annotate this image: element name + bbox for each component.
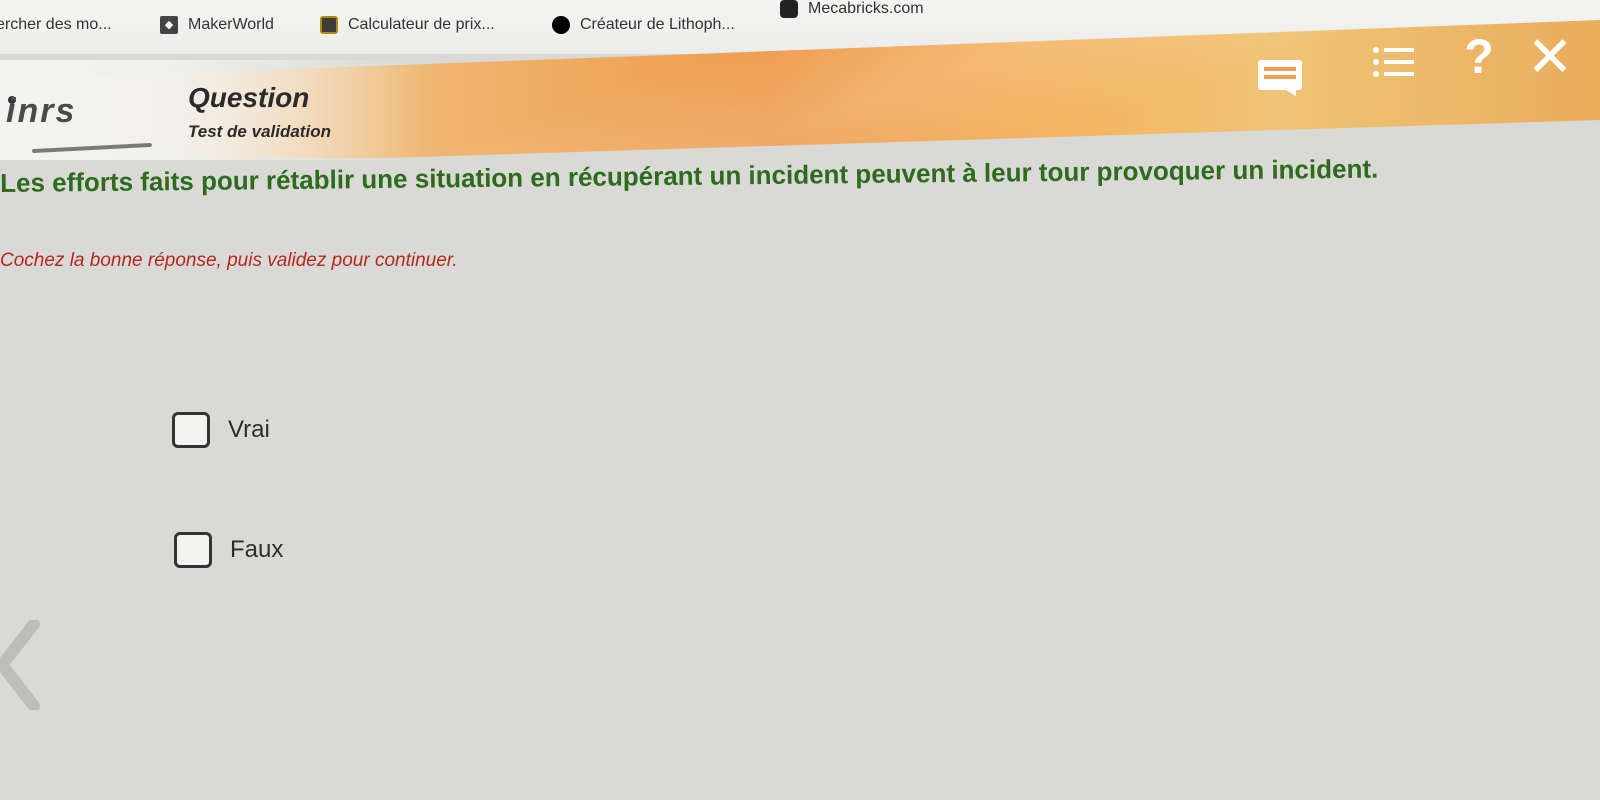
bookmark-makerworld[interactable]: ◆ MakerWorld [160,16,274,34]
bookmark-label: Calculateur de prix... [348,16,495,33]
checkbox-vrai[interactable] [172,412,210,448]
list-icon[interactable] [1370,42,1418,82]
bookmark-label: Créateur de Lithoph... [580,16,735,33]
page-title: Question [188,82,310,113]
bookmark-mecabricks[interactable]: Mecabricks.com [780,0,924,18]
inrs-logo: inrs [6,92,77,130]
bookmark-calculateur[interactable]: Calculateur de prix... [320,16,495,34]
bookmark-lithophane[interactable]: Créateur de Lithoph... [552,16,735,34]
makerworld-icon: ◆ [160,16,178,34]
lithophane-icon [552,16,570,34]
previous-arrow-icon[interactable] [0,620,54,710]
calculator-icon [320,16,338,34]
help-icon[interactable]: ? [1454,31,1504,84]
checkbox-faux[interactable] [174,532,212,568]
page-subtitle: Test de validation [188,122,331,141]
bookmark-label: Mecabricks.com [808,0,924,17]
mecabricks-icon [780,0,798,18]
option-faux[interactable]: Faux [174,532,283,568]
option-label: Vrai [228,416,270,443]
bookmark-item[interactable]: ercher des mo... [0,16,112,34]
option-vrai[interactable]: Vrai [172,412,270,448]
bookmark-label: ercher des mo... [0,16,112,33]
bookmark-label: MakerWorld [188,16,274,33]
instruction-text: Cochez la bonne réponse, puis validez po… [0,250,458,271]
document-icon[interactable] [1256,58,1304,96]
close-icon[interactable]: ✕ [1522,25,1578,88]
option-label: Faux [230,536,284,563]
